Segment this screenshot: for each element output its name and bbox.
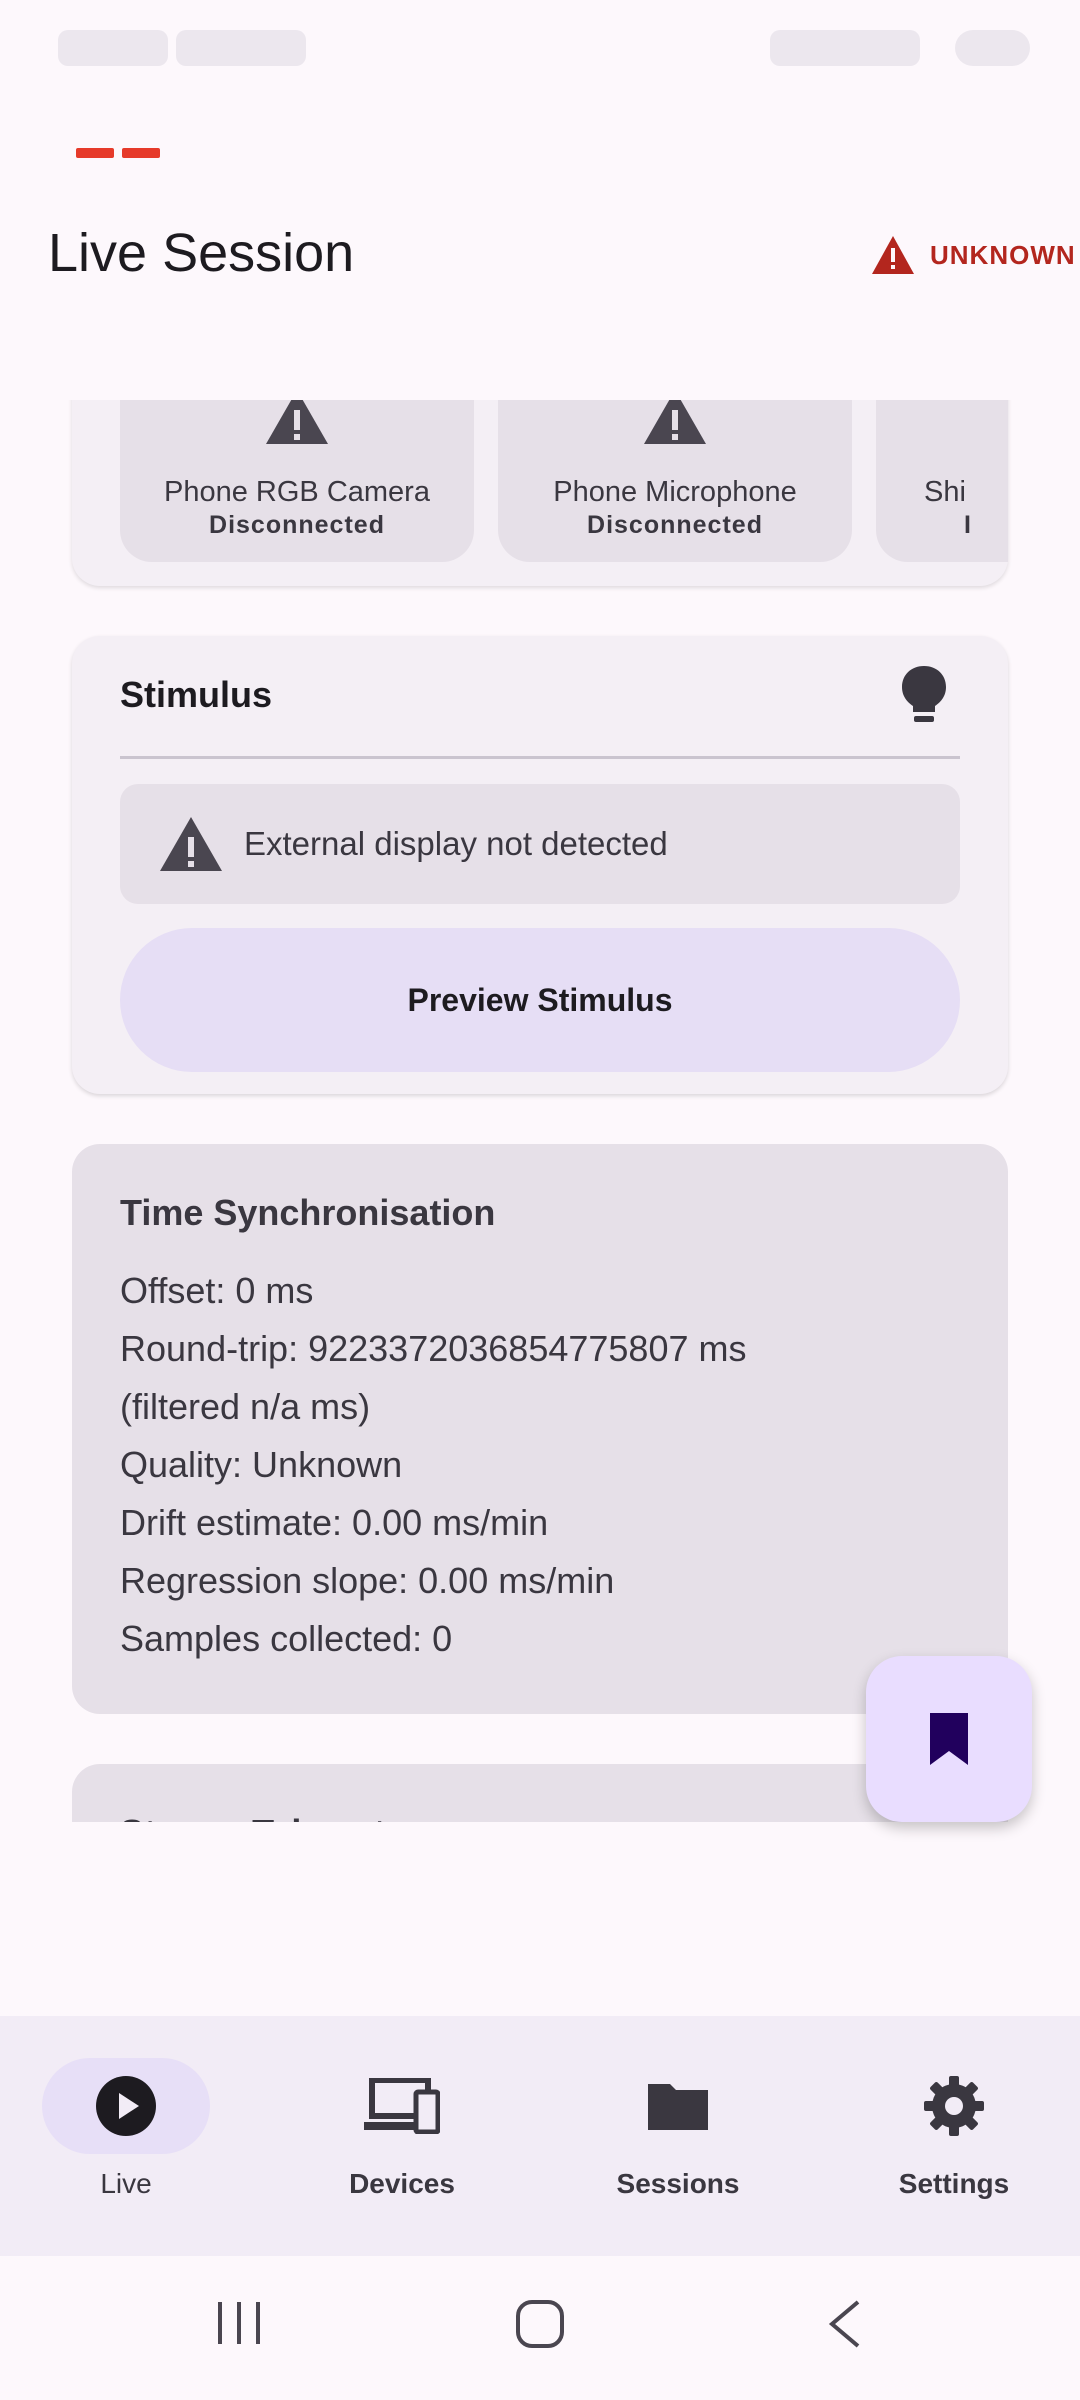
nav-item-settings[interactable]: Settings [844, 2058, 1064, 2200]
time-sync-details: Offset: 0 ms Round-trip: 922337203685477… [120, 1262, 746, 1668]
back-icon[interactable] [824, 2298, 864, 2350]
lightbulb-icon[interactable] [900, 664, 948, 726]
filtered-value: (filtered n/a ms) [120, 1386, 371, 1427]
nav-item-devices[interactable]: Devices [292, 2058, 512, 2200]
devices-icon [364, 2078, 440, 2134]
time-sync-card: Time Synchronisation Offset: 0 ms Round-… [72, 1144, 1008, 1714]
sensor-state: Disconnected [587, 511, 763, 539]
sensor-state: I [964, 511, 972, 539]
status-label: UNKNOWN [930, 239, 1076, 270]
nav-label: Sessions [616, 2168, 740, 2199]
play-circle-icon [96, 2076, 156, 2136]
recent-apps-icon[interactable] [214, 2298, 264, 2348]
nav-label: Devices [349, 2168, 455, 2199]
connection-status[interactable]: UNKNOWN [870, 230, 1076, 280]
folder-icon [648, 2084, 708, 2130]
sensor-tile-third[interactable]: Shi I [876, 400, 1008, 562]
warning-icon [644, 400, 706, 444]
sensors-card: Phone RGB Camera Disconnected Phone Micr… [72, 400, 1008, 586]
bookmark-icon [930, 1713, 968, 1765]
bottom-navigation: Live Devices Sessions Settings [0, 2016, 1080, 2256]
sensor-tile-microphone[interactable]: Phone Microphone Disconnected [498, 400, 852, 562]
page-title: Live Session [48, 223, 355, 283]
warning-icon [266, 400, 328, 444]
preview-stimulus-button[interactable]: Preview Stimulus [120, 928, 960, 1072]
sensor-state: Disconnected [209, 511, 385, 539]
stimulus-card: Stimulus External display not detected P… [72, 636, 1008, 1094]
samples-value: Samples collected: 0 [120, 1618, 453, 1659]
content-scroll[interactable]: Phone RGB Camera Disconnected Phone Micr… [0, 400, 1080, 1822]
display-alert: External display not detected [120, 784, 960, 904]
nav-label: Settings [898, 2168, 1010, 2199]
sensor-name: Phone Microphone [553, 476, 797, 508]
drift-value: Drift estimate: 0.00 ms/min [120, 1502, 549, 1543]
gear-icon [924, 2076, 984, 2136]
alert-text: External display not detected [244, 825, 668, 862]
time-sync-title: Time Synchronisation [120, 1192, 496, 1233]
divider [120, 756, 960, 759]
sensor-name: Shi [924, 476, 966, 508]
warning-icon [872, 236, 914, 274]
warning-icon [160, 817, 222, 871]
nav-item-live[interactable]: Live [16, 2058, 236, 2200]
bookmark-fab[interactable] [866, 1656, 1032, 1822]
quality-value: Quality: Unknown [120, 1444, 403, 1485]
slope-value: Regression slope: 0.00 ms/min [120, 1560, 615, 1601]
nav-label: Live [100, 2168, 152, 2199]
sensor-carousel[interactable]: Phone RGB Camera Disconnected Phone Micr… [120, 400, 1008, 562]
sensor-tile-camera[interactable]: Phone RGB Camera Disconnected [120, 400, 474, 562]
system-navigation [0, 2256, 1080, 2400]
sensor-name: Phone RGB Camera [164, 476, 430, 508]
status-bar [0, 0, 1080, 96]
stimulus-title: Stimulus [120, 674, 273, 715]
round-trip-value: Round-trip: 9223372036854775807 ms [120, 1328, 747, 1369]
offset-value: Offset: 0 ms [120, 1270, 314, 1311]
nav-item-sessions[interactable]: Sessions [568, 2058, 788, 2200]
home-icon[interactable] [514, 2298, 566, 2350]
card-title: Stream Telemetry [120, 1812, 419, 1822]
